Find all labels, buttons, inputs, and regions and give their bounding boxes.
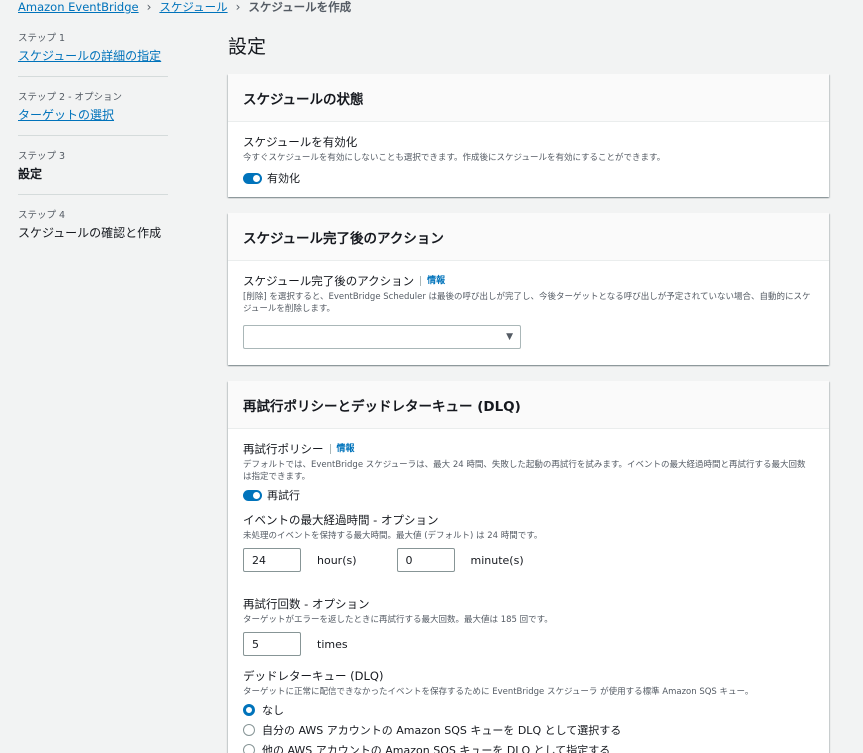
minutes-input[interactable]: 0 [396,548,455,572]
retry-dlq-panel: 再試行ポリシーとデッドレターキュー (DLQ) 再試行ポリシー 情報 デフォルト… [228,381,829,753]
retry-attempts-label: 再試行回数 - オプション [243,597,370,611]
retry-toggle-row[interactable]: 再試行 [243,487,814,503]
step-review-create: スケジュールの確認と作成 [18,226,162,240]
max-age-desc: 未処理のイベントを保持する最大時間。最大値 (デフォルト) は 24 時間です。 [243,531,543,541]
step-number: ステップ 2 - オプション [18,92,123,103]
radio-button[interactable] [243,724,255,736]
dlq-label: デッドレターキュー (DLQ) [243,669,384,683]
chevron-right-icon: › [146,0,152,14]
schedule-state-panel: スケジュールの状態 スケジュールを有効化 今すぐスケジュールを有効にしないことも… [228,74,829,197]
breadcrumb-schedules-link[interactable]: スケジュール [159,0,227,15]
radio-button[interactable] [243,704,255,716]
hours-input[interactable]: 24 [243,548,301,572]
completion-action-select[interactable]: ▼ [243,325,521,349]
dlq-option-own-account[interactable]: 自分の AWS アカウントの Amazon SQS キューを DLQ として選択… [243,722,814,738]
wizard-steps-nav: ステップ 1 スケジュールの詳細の指定 ステップ 2 - オプション ターゲット… [18,30,168,265]
step-number: ステップ 1 [18,33,66,44]
panel-header: スケジュール完了後のアクション [228,213,829,261]
radio-label: なし [262,704,284,717]
step-number: ステップ 3 [18,151,66,162]
attempts-unit: times [317,637,348,651]
enable-schedule-desc: 今すぐスケジュールを有効にしないことも選択できます。作成後にスケジュールを有効に… [243,153,666,163]
step-link-schedule-details[interactable]: スケジュールの詳細の指定 [18,47,168,64]
breadcrumb-current: スケジュールを作成 [248,0,352,14]
enable-schedule-label: スケジュールを有効化 [243,135,358,149]
retry-attempts-input[interactable]: 5 [243,632,301,656]
chevron-right-icon: › [235,0,241,14]
dlq-option-none[interactable]: なし [243,702,814,718]
max-age-label: イベントの最大経過時間 - オプション [243,513,439,527]
retry-toggle[interactable] [243,489,262,501]
toggle-label: 再試行 [267,489,300,502]
wizard-step-2: ステップ 2 - オプション ターゲットの選択 [18,89,168,136]
page-title: 設定 [228,36,267,58]
step-link-select-target[interactable]: ターゲットの選択 [18,106,168,123]
step-current-settings: 設定 [18,167,43,181]
wizard-step-1: ステップ 1 スケジュールの詳細の指定 [18,30,168,77]
info-link[interactable]: 情報 [329,444,355,454]
retry-attempts-row: 5 times [243,632,814,656]
dlq-option-other-account[interactable]: 他の AWS アカウントの Amazon SQS キューを DLQ として指定す… [243,742,814,753]
enable-schedule-toggle-row[interactable]: 有効化 [243,170,814,186]
step-number: ステップ 4 [18,210,66,221]
radio-label: 他の AWS アカウントの Amazon SQS キューを DLQ として指定す… [262,744,611,753]
info-link[interactable]: 情報 [420,276,445,286]
caret-down-icon: ▼ [506,332,513,342]
retry-attempts-desc: ターゲットがエラーを返したときに再試行する最大回数。最大値は 185 回です。 [243,615,553,625]
toggle-label: 有効化 [267,172,300,185]
retry-policy-desc: デフォルトでは、EventBridge スケジューラは、最大 24 時間、失敗し… [243,460,806,482]
panel-header: 再試行ポリシーとデッドレターキュー (DLQ) [228,381,829,429]
completion-action-desc: [削除] を選択すると、EventBridge Scheduler は最後の呼び… [243,292,811,314]
enable-schedule-toggle[interactable] [243,172,262,184]
minutes-unit: minute(s) [470,553,524,567]
radio-button[interactable] [243,744,255,753]
max-age-inputs: 24 hour(s) 0 minute(s) [243,548,814,572]
dlq-desc: ターゲットに正常に配信できなかったイベントを保存するために EventBridg… [243,687,754,697]
panel-header: スケジュールの状態 [228,74,829,122]
radio-label: 自分の AWS アカウントの Amazon SQS キューを DLQ として選択… [262,724,622,737]
wizard-step-4: ステップ 4 スケジュールの確認と作成 [18,207,168,253]
breadcrumb-eventbridge-link[interactable]: Amazon EventBridge [18,0,139,14]
wizard-step-3: ステップ 3 設定 [18,148,168,195]
breadcrumb: Amazon EventBridge › スケジュール › スケジュールを作成 [18,0,351,14]
completion-action-label: スケジュール完了後のアクション 情報 [243,274,446,288]
hours-unit: hour(s) [317,553,357,567]
retry-policy-label: 再試行ポリシー 情報 [243,442,355,456]
completion-action-panel: スケジュール完了後のアクション スケジュール完了後のアクション 情報 [削除] … [228,213,829,365]
